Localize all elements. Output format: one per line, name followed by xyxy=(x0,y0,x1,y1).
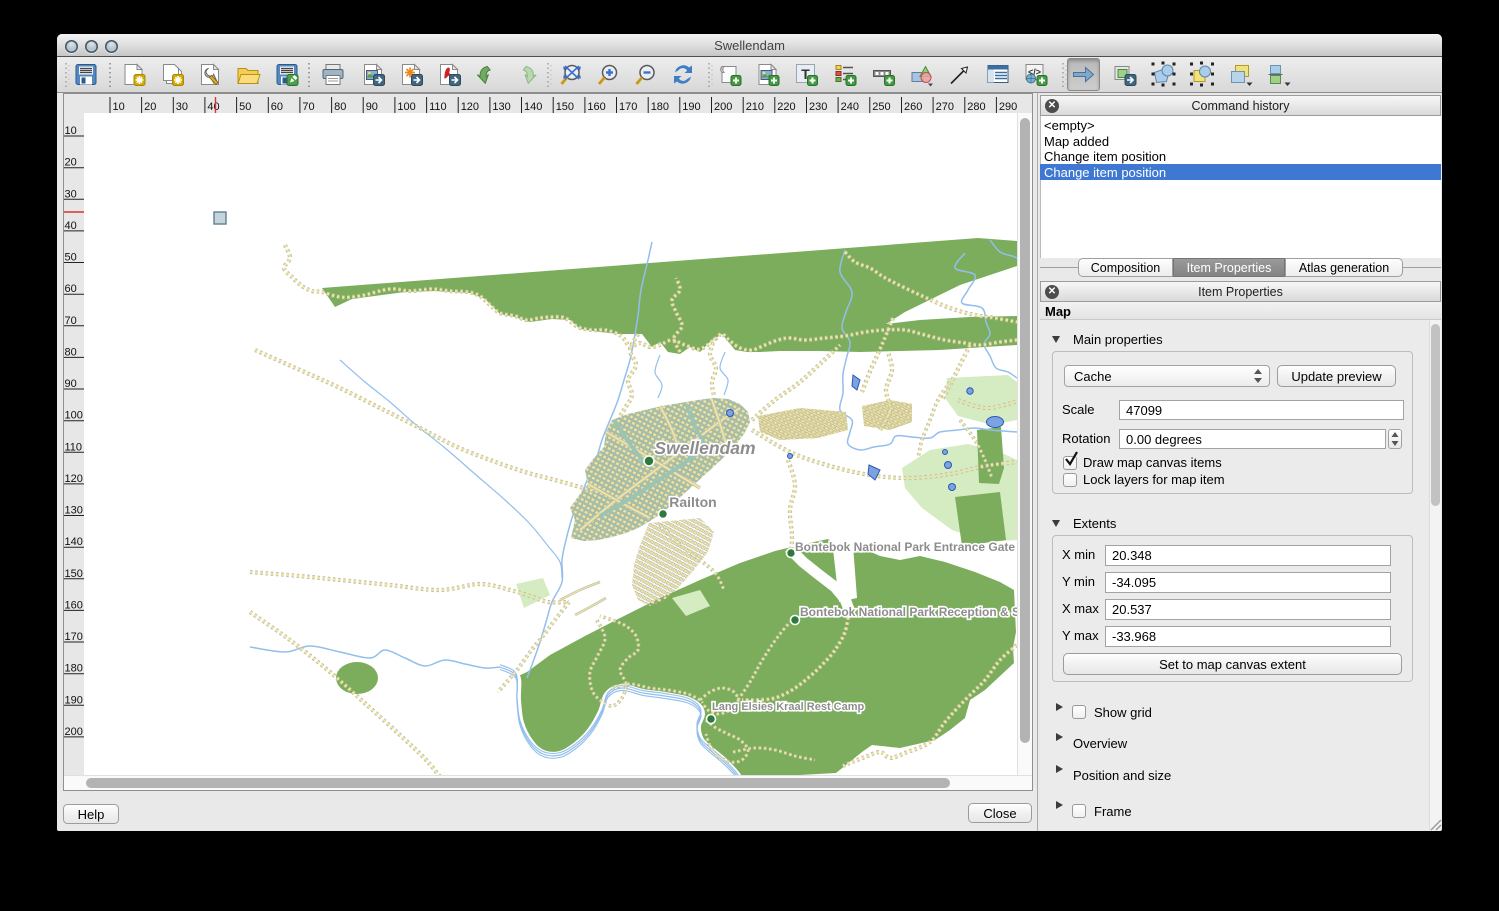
svg-text:160: 160 xyxy=(65,599,83,611)
svg-text:110: 110 xyxy=(429,101,447,113)
svg-text:230: 230 xyxy=(809,101,827,113)
svg-text:20: 20 xyxy=(65,157,77,169)
svg-text:220: 220 xyxy=(777,101,795,113)
svg-text:Bontebok National Park Recepti: Bontebok National Park Reception & S xyxy=(800,605,1017,619)
svg-text:140: 140 xyxy=(524,101,542,113)
svg-text:240: 240 xyxy=(841,101,859,113)
svg-text:190: 190 xyxy=(682,101,700,113)
svg-text:10: 10 xyxy=(113,101,125,113)
svg-text:Swellendam: Swellendam xyxy=(654,438,755,458)
svg-text:210: 210 xyxy=(746,101,764,113)
svg-text:170: 170 xyxy=(65,631,83,643)
svg-text:50: 50 xyxy=(239,101,251,113)
svg-text:Bontebok National Park Entranc: Bontebok National Park Entrance Gate xyxy=(795,540,1015,554)
svg-text:150: 150 xyxy=(556,101,574,113)
svg-text:70: 70 xyxy=(302,101,314,113)
svg-text:40: 40 xyxy=(65,220,77,232)
svg-text:140: 140 xyxy=(65,536,83,548)
svg-text:130: 130 xyxy=(492,101,510,113)
svg-text:250: 250 xyxy=(872,101,890,113)
svg-text:90: 90 xyxy=(366,101,378,113)
svg-text:290: 290 xyxy=(999,101,1017,113)
svg-text:120: 120 xyxy=(65,473,83,485)
svg-text:200: 200 xyxy=(714,101,732,113)
svg-text:80: 80 xyxy=(65,346,77,358)
svg-text:180: 180 xyxy=(65,663,83,675)
svg-text:260: 260 xyxy=(904,101,922,113)
svg-text:10: 10 xyxy=(65,125,77,137)
svg-text:280: 280 xyxy=(967,101,985,113)
svg-text:270: 270 xyxy=(936,101,954,113)
svg-text:60: 60 xyxy=(271,101,283,113)
svg-text:130: 130 xyxy=(65,505,83,517)
svg-text:Lang Elsies Kraal Rest Camp: Lang Elsies Kraal Rest Camp xyxy=(712,701,865,713)
svg-text:90: 90 xyxy=(65,378,77,390)
svg-text:80: 80 xyxy=(334,101,346,113)
svg-text:50: 50 xyxy=(65,252,77,264)
svg-text:160: 160 xyxy=(587,101,605,113)
svg-text:60: 60 xyxy=(65,283,77,295)
svg-text:40: 40 xyxy=(207,101,219,113)
svg-text:120: 120 xyxy=(461,101,479,113)
svg-text:150: 150 xyxy=(65,568,83,580)
svg-text:100: 100 xyxy=(65,410,83,422)
svg-text:180: 180 xyxy=(651,101,669,113)
svg-text:Railton: Railton xyxy=(669,494,716,510)
svg-text:190: 190 xyxy=(65,694,83,706)
svg-text:200: 200 xyxy=(65,726,83,738)
svg-text:30: 30 xyxy=(65,188,77,200)
svg-text:100: 100 xyxy=(397,101,415,113)
svg-text:110: 110 xyxy=(65,441,83,453)
svg-text:70: 70 xyxy=(65,315,77,327)
svg-text:170: 170 xyxy=(619,101,637,113)
svg-text:30: 30 xyxy=(176,101,188,113)
svg-text:20: 20 xyxy=(144,101,156,113)
